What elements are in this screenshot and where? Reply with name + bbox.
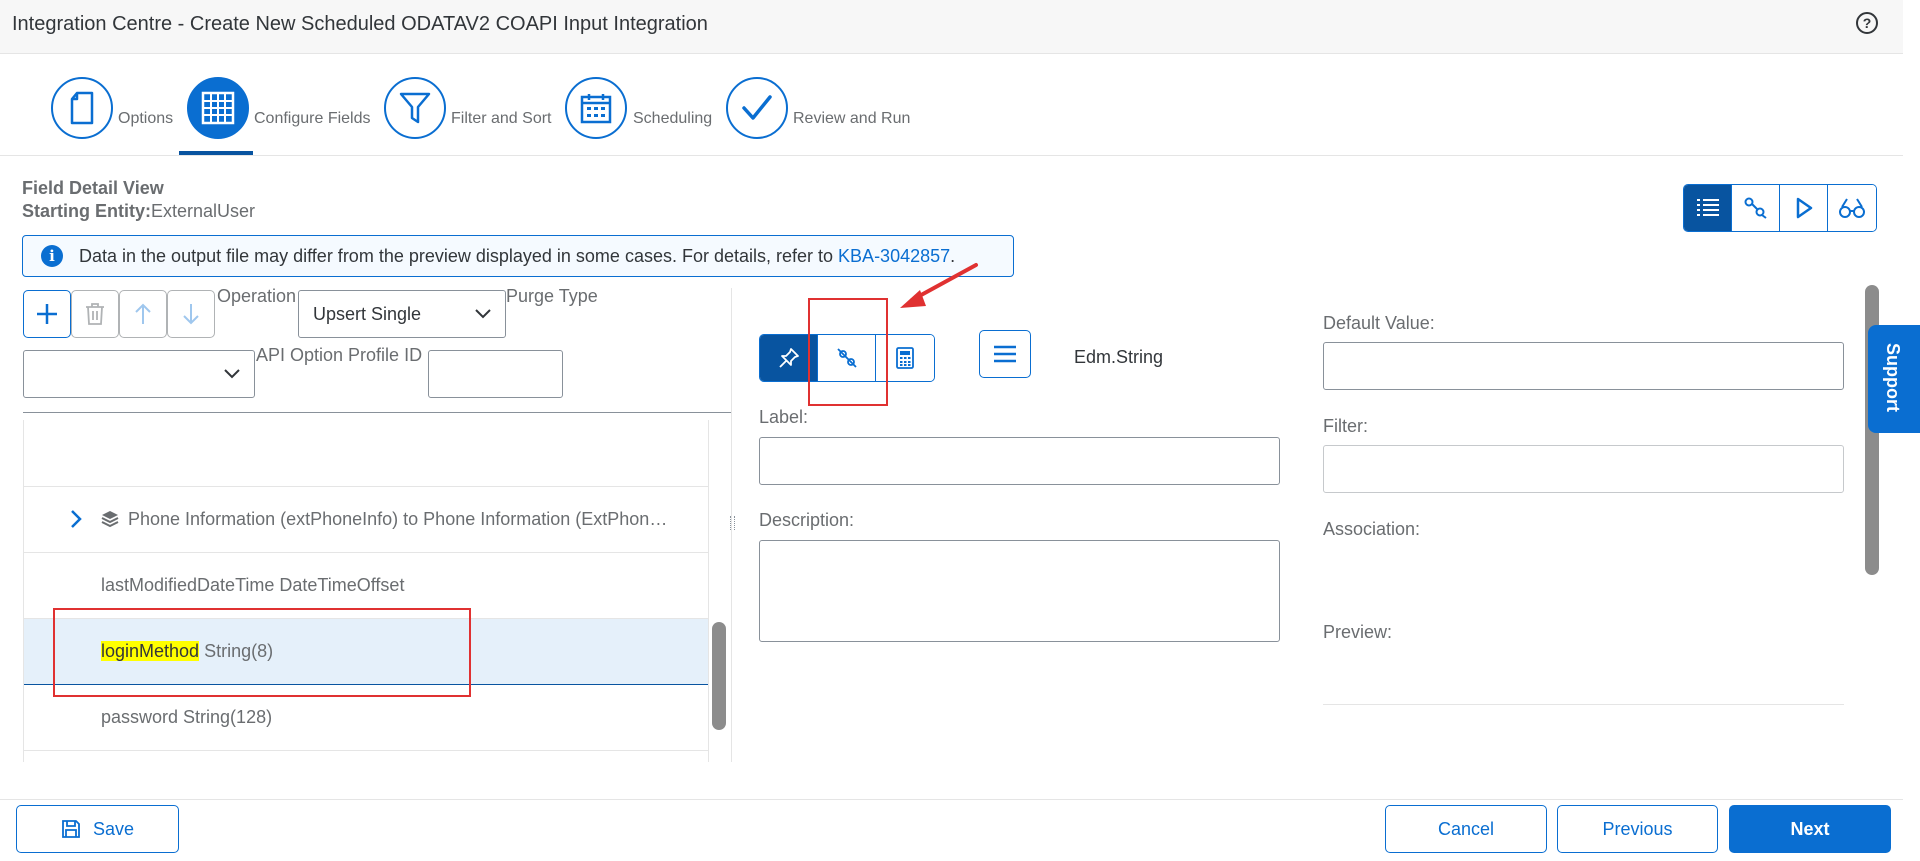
glasses-icon — [1839, 198, 1865, 218]
preview-view-button[interactable] — [1828, 185, 1876, 231]
annotation-box-unmap — [808, 298, 888, 406]
data-type-label: Edm.String — [1074, 347, 1164, 367]
grid-icon — [201, 91, 235, 125]
run-preview-button[interactable] — [1780, 185, 1828, 231]
calendar-icon — [580, 94, 612, 124]
chevron-right-icon[interactable] — [70, 509, 82, 529]
filter-label: Filter: — [1323, 416, 1368, 436]
wizard-steps: Options Configure Fields Filter and Sort… — [0, 55, 1903, 156]
preview-label: Preview: — [1323, 622, 1393, 642]
step-configure-fields-button[interactable] — [187, 77, 249, 139]
label-field-label: Label: — [759, 407, 809, 427]
default-value-label: Default Value: — [1323, 313, 1435, 333]
toolbar-divider — [23, 412, 732, 413]
support-tab[interactable]: Support — [1868, 325, 1920, 433]
list-view-button[interactable] — [1684, 185, 1732, 231]
step-options-button[interactable] — [51, 77, 113, 139]
calculator-icon — [896, 347, 914, 369]
checkmark-icon — [742, 95, 772, 120]
step-scheduling-button[interactable] — [565, 77, 627, 139]
purge-type-label: Purge Type — [506, 286, 598, 306]
play-icon — [1796, 197, 1812, 219]
step-review-run-button[interactable] — [726, 77, 788, 139]
step-configure-fields-label[interactable]: Configure Fields — [254, 110, 371, 128]
menu-button[interactable] — [979, 330, 1031, 378]
step-scheduling-label[interactable]: Scheduling — [633, 110, 712, 128]
footer-bar: Save Cancel Previous Next — [0, 799, 1903, 861]
mapping-view-button[interactable] — [1732, 185, 1780, 231]
add-field-button[interactable] — [23, 290, 71, 338]
save-label: Save — [92, 818, 135, 839]
save-icon — [62, 820, 80, 838]
arrow-down-icon — [183, 304, 199, 325]
app-window: Integration Centre - Create New Schedule… — [0, 0, 1920, 861]
operation-select[interactable]: Upsert Single — [298, 290, 506, 338]
active-step-indicator — [179, 151, 253, 155]
trash-icon — [86, 303, 104, 325]
filter-input[interactable] — [1323, 445, 1844, 493]
api-option-profile-input[interactable] — [428, 350, 563, 398]
association-label: Association: — [1323, 519, 1421, 539]
starting-entity: Starting Entity:ExternalUser — [22, 201, 255, 222]
view-switcher — [1683, 184, 1877, 232]
label-input[interactable] — [759, 437, 1280, 485]
save-button[interactable]: Save — [16, 805, 179, 853]
step-options-label[interactable]: Options — [118, 110, 173, 128]
help-icon[interactable]: ? — [1856, 12, 1878, 34]
hamburger-icon — [994, 345, 1016, 363]
field-tree: Phone Information (extPhoneInfo) to Phon… — [23, 420, 732, 762]
tree-row[interactable]: Phone Information (extPhoneInfo) to Phon… — [24, 487, 708, 553]
description-field-label: Description: — [759, 510, 855, 530]
purge-type-select[interactable] — [23, 350, 255, 398]
api-option-profile-label: API Option Profile ID — [256, 345, 423, 365]
delete-field-button[interactable] — [71, 290, 119, 338]
previous-button[interactable]: Previous — [1557, 805, 1718, 853]
support-label: Support — [1883, 343, 1903, 412]
annotation-arrow — [900, 263, 978, 308]
info-message-text: Data in the output file may differ from … — [79, 245, 834, 266]
step-filter-sort-label[interactable]: Filter and Sort — [451, 110, 551, 128]
move-down-button[interactable] — [167, 290, 215, 338]
splitter-grip-icon[interactable] — [730, 516, 735, 530]
next-button[interactable]: Next — [1729, 805, 1891, 853]
arrow-up-icon — [135, 303, 151, 324]
document-icon — [70, 91, 94, 125]
description-textarea[interactable] — [759, 540, 1280, 642]
operation-value: Upsert Single — [313, 303, 422, 324]
tree-scrollbar-thumb[interactable] — [712, 622, 726, 730]
association-icon — [101, 511, 119, 528]
starting-entity-value: ExternalUser — [151, 201, 256, 221]
chevron-down-icon — [475, 309, 491, 319]
starting-entity-label: Starting Entity: — [22, 201, 151, 221]
info-message-strip: i Data in the output file may differ fro… — [22, 235, 1014, 277]
tree-header-row — [24, 420, 708, 487]
title-bar: Integration Centre - Create New Schedule… — [0, 0, 1903, 54]
tree-row-label: password String(128) — [101, 707, 273, 727]
mapping-icon — [1744, 197, 1767, 219]
default-value-input[interactable] — [1323, 342, 1844, 390]
pin-icon — [778, 348, 799, 368]
cancel-button[interactable]: Cancel — [1385, 805, 1547, 853]
info-icon: i — [41, 245, 63, 267]
tree-row-label: Phone Information (extPhoneInfo) to Phon… — [128, 509, 668, 529]
operation-label: Operation — [217, 286, 297, 306]
field-detail-title: Field Detail View — [22, 178, 164, 198]
step-review-run-label[interactable]: Review and Run — [793, 110, 910, 128]
page-title: Integration Centre - Create New Schedule… — [12, 13, 708, 35]
filter-icon — [399, 92, 431, 124]
plus-icon — [37, 304, 57, 324]
tree-row-label: lastModifiedDateTime DateTimeOffset — [101, 575, 405, 595]
preview-divider — [1323, 704, 1844, 705]
chevron-down-icon — [224, 369, 240, 379]
annotation-box-row — [53, 608, 471, 697]
step-filter-sort-button[interactable] — [384, 77, 446, 139]
move-up-button[interactable] — [119, 290, 167, 338]
list-icon — [1696, 199, 1719, 216]
